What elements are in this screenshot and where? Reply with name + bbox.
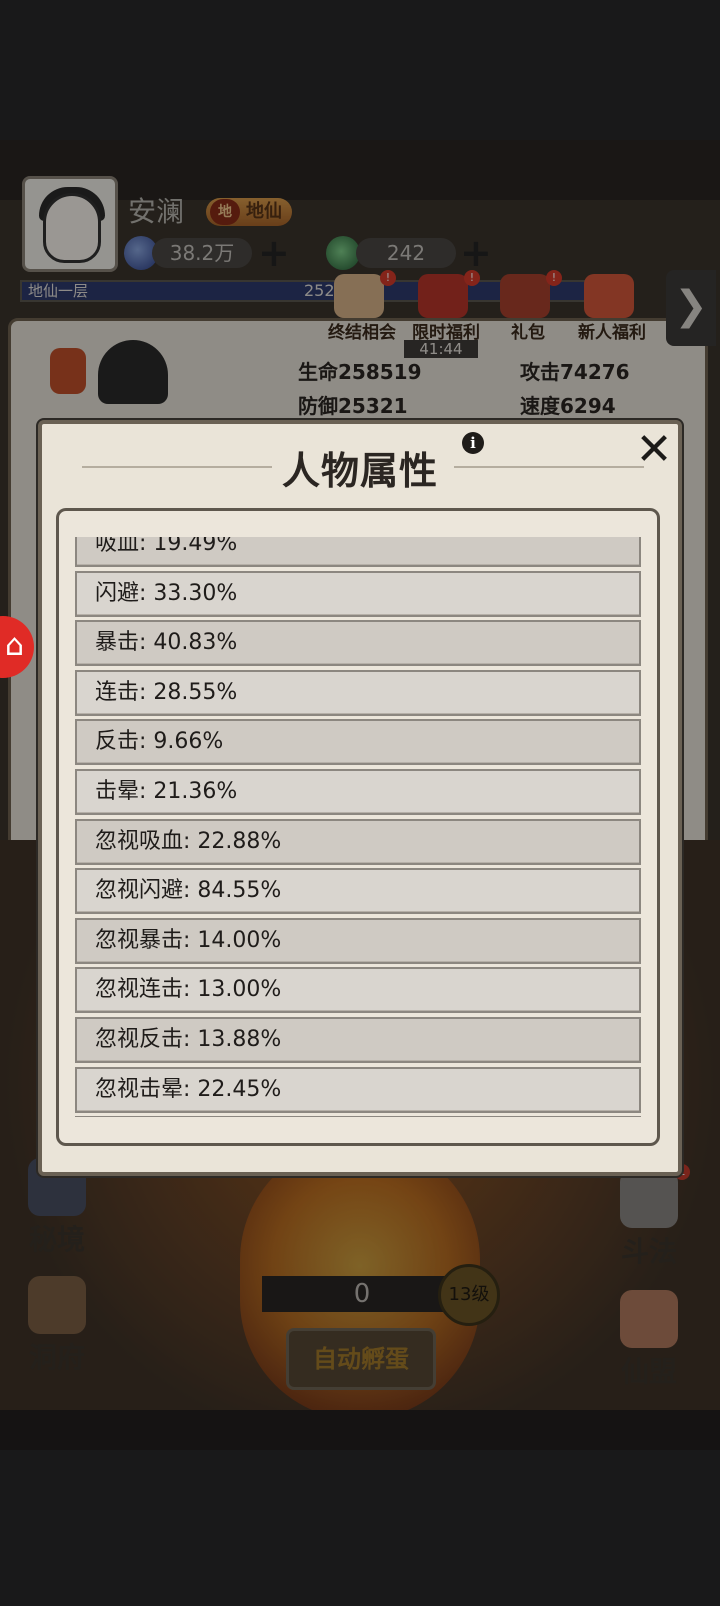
attribute-row: 忽视连击: 13.00% [75,967,641,1014]
game-screen: 安澜 地 地仙 38.2万 + 242 + 地仙一层 2524 终结相会 ! 限… [0,0,720,1606]
attribute-list-content: 吸血: 19.49% 闪避: 33.30% 暴击: 40.83% 连击: 28.55%… [75,537,641,1117]
attribute-row: 忽视吸血: 22.88% [75,818,641,865]
attribute-list[interactable]: 吸血: 19.49% 闪避: 33.30% 暴击: 40.83% 连击: 28.55%… [75,537,641,1117]
modal-title: 人物属性 [281,449,438,493]
info-icon[interactable]: i [462,432,484,454]
attribute-list-frame: 吸血: 19.49% 闪避: 33.30% 暴击: 40.83% 连击: 28.55%… [56,508,660,1146]
attribute-row: 暴击: 40.83% [75,620,641,667]
attribute-row: 击晕: 21.36% [75,768,641,815]
attribute-row: 忽视暴击: 14.00% [75,917,641,964]
attribute-row: 韧性: 0.00% [75,1116,641,1117]
attributes-modal: 人物属性 i ✕ 吸血: 19.49% 闪避: 33.30% 暴击: 40.83% 连… [38,420,682,1176]
attribute-row: 忽视击晕: 22.45% [75,1066,641,1113]
attribute-row: 连击: 28.55% [75,669,641,716]
attribute-row: 反击: 9.66% [75,719,641,766]
attribute-row: 忽视反击: 13.88% [75,1016,641,1063]
close-icon[interactable]: ✕ [632,428,676,472]
attribute-row: 忽视闪避: 84.55% [75,868,641,915]
attribute-row: 吸血: 19.49% [75,537,641,567]
attribute-row: 闪避: 33.30% [75,570,641,617]
